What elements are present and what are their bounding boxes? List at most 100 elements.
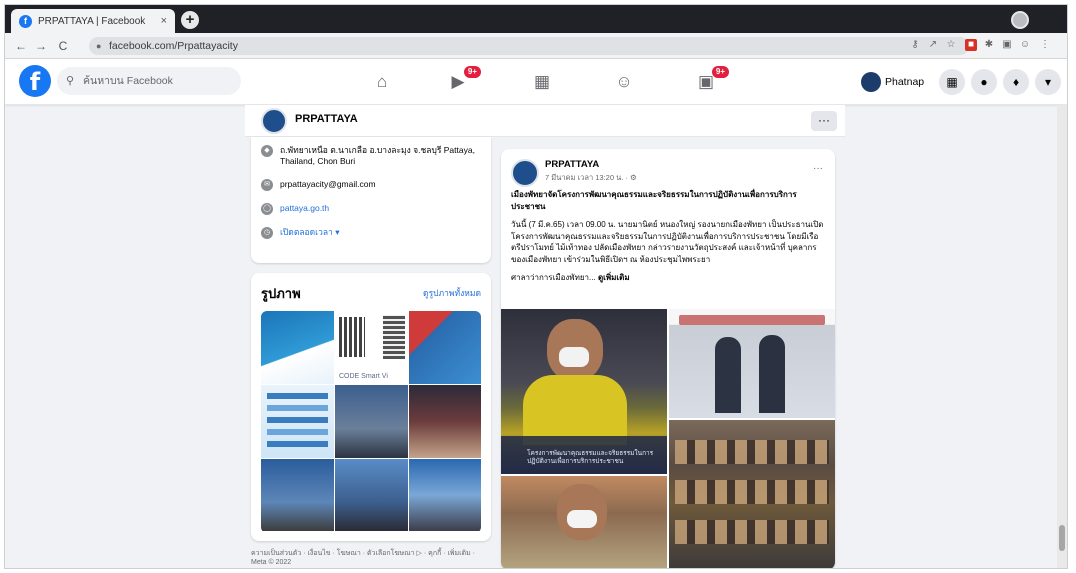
facebook-search-input[interactable]: ⚲ ค้นหาบน Facebook (57, 67, 241, 95)
post-body-text: วันนี้ (7 มี.ค.65) เวลา 09.00 น. นายมานิ… (511, 220, 824, 264)
facebook-header: f ⚲ ค้นหาบน Facebook ⌂ ▶ 9+ ▦ ☺ ▣ 9+ Phatn… (5, 59, 1067, 105)
post-options-button[interactable]: ··· (813, 163, 823, 174)
sidepanel-icon[interactable]: ▣ (1001, 39, 1013, 51)
page-more-button[interactable]: ··· (811, 111, 837, 131)
facebook-favicon-icon: f (19, 14, 32, 28)
post-photo[interactable] (669, 309, 835, 418)
gaming-icon[interactable]: ▣ 9+ (693, 66, 729, 95)
post-media: โครงการพัฒนาคุณธรรมและจริยธรรมในการปฏิบั… (501, 309, 835, 568)
post-location-line: ศาลาว่าการเมืองพัทยา... ดูเพิ่มเติม (511, 272, 825, 284)
url-bar[interactable]: ● facebook.com/Prpattayacity (89, 37, 969, 55)
qr-code-image (383, 315, 405, 359)
see-more-link[interactable]: ดูเพิ่มเติม (598, 273, 630, 282)
post-author-name[interactable]: PRPATTAYA (545, 159, 599, 170)
hours-row: ◷ เปิดตลอดเวลา ▾ (261, 227, 481, 239)
photo-thumbnail[interactable] (335, 459, 408, 531)
search-icon: ⚲ (66, 75, 75, 87)
new-tab-button[interactable]: + (181, 11, 199, 29)
post-photo[interactable] (669, 420, 835, 568)
post-body: วันนี้ (7 มี.ค.65) เวลา 09.00 น. นายมานิ… (511, 219, 825, 265)
person-shape (715, 337, 741, 413)
see-all-photos-link[interactable]: ดูรูปภาพทั้งหมด (423, 286, 481, 300)
account-menu-icon[interactable]: ▾ (1035, 69, 1061, 95)
intro-card: ◆ ถ.พัทยาเหนือ ต.นาเกลือ อ.บางละมุง จ.ชล… (251, 137, 491, 263)
qr-code-image (339, 317, 365, 357)
clock-icon: ◷ (261, 227, 273, 239)
photo-thumbnail[interactable] (409, 385, 481, 458)
post-location: ศาลาว่าการเมืองพัทยา... (511, 273, 596, 282)
footer-links[interactable]: ความเป็นส่วนตัว · เงื่อนไข · โฆษณา · ตัว… (251, 549, 491, 567)
globe-icon: ◯ (261, 203, 273, 215)
website-row: ◯ pattaya.go.th (261, 203, 481, 215)
account-icon[interactable]: ☺ (1019, 39, 1031, 51)
post-photo[interactable]: โครงการพัฒนาคุณธรรมและจริยธรรมในการปฏิบั… (501, 309, 667, 474)
website-link[interactable]: pattaya.go.th (280, 203, 329, 214)
post-author-avatar[interactable] (511, 159, 539, 187)
browser-profile-icon[interactable] (1011, 11, 1029, 29)
post-headline: เมืองพัทยาจัดโครงการพัฒนาคุณธรรมและจริยธ… (511, 190, 797, 211)
photo-thumbnail[interactable] (409, 311, 481, 384)
watch-icon[interactable]: ▶ 9+ (445, 66, 481, 95)
photo-thumbnail[interactable] (409, 459, 481, 531)
page-scrollbar[interactable] (1057, 105, 1067, 568)
extension-icon[interactable]: ■ (965, 39, 977, 51)
reload-button[interactable]: C (55, 38, 71, 54)
tab-title: PRPATTAYA | Facebook (38, 15, 146, 27)
marketplace-icon[interactable]: ▦ (529, 69, 555, 95)
photos-title: รูปภาพ (261, 286, 301, 301)
crowd-shape (675, 440, 829, 464)
photo-thumbnail[interactable] (261, 459, 334, 531)
lock-icon: ● (96, 41, 102, 51)
location-icon: ◆ (261, 145, 273, 157)
puzzle-icon[interactable]: ✱ (983, 39, 995, 51)
photo-thumbnail[interactable] (261, 311, 334, 384)
photo-thumbnail[interactable] (335, 385, 408, 458)
photo-caption: โครงการพัฒนาคุณธรรมและจริยธรรมในการปฏิบั… (527, 450, 654, 465)
watch-badge: 9+ (463, 66, 481, 78)
gaming-badge: 9+ (711, 66, 729, 78)
share-icon[interactable]: ↗ (927, 39, 939, 51)
post-text: เมืองพัทยาจัดโครงการพัฒนาคุณธรรมและจริยธ… (511, 189, 825, 291)
browser-menu-icon[interactable]: ⋮ (1039, 39, 1051, 51)
face-mask-shape (559, 347, 589, 367)
page-name[interactable]: PRPATTAYA (295, 113, 358, 125)
close-tab-icon[interactable]: × (161, 15, 167, 27)
address-bar-row: ← → C ● facebook.com/Prpattayacity ⚷ ↗ ☆… (5, 33, 1067, 59)
forward-button[interactable]: → (33, 38, 49, 54)
person-shape (759, 335, 785, 413)
banner-shape (679, 315, 825, 325)
home-icon[interactable]: ⌂ (369, 69, 395, 95)
user-name: Phatnap (885, 76, 925, 88)
browser-tab[interactable]: f PRPATTAYA | Facebook × (11, 9, 175, 33)
page-header-strip: PRPATTAYA ··· (245, 105, 845, 137)
post-photo[interactable] (501, 476, 667, 568)
photos-card: รูปภาพ ดูรูปภาพทั้งหมด CODE Smart Vi (251, 273, 491, 541)
page-avatar[interactable] (261, 108, 287, 134)
back-button[interactable]: ← (13, 38, 29, 54)
messenger-icon[interactable]: ● (971, 69, 997, 95)
url-text: facebook.com/Prpattayacity (109, 40, 238, 52)
email-text[interactable]: prpattayacity@gmail.com (280, 179, 376, 190)
email-icon: ✉ (261, 179, 273, 191)
notifications-icon[interactable]: ♦ (1003, 69, 1029, 95)
post-card: PRPATTAYA 7 มีนาคม เวลา 13:20 น. · ⚙ ···… (501, 149, 835, 568)
avatar (861, 72, 881, 92)
photo-grid: CODE Smart Vi (261, 311, 481, 533)
photo-thumbnail[interactable]: CODE Smart Vi (335, 311, 408, 384)
photo-thumbnail[interactable] (261, 385, 334, 458)
key-icon[interactable]: ⚷ (909, 39, 921, 51)
menu-grid-icon[interactable]: ▦ (939, 69, 965, 95)
post-timestamp[interactable]: 7 มีนาคม เวลา 13:20 น. · ⚙ (545, 172, 637, 184)
address-text: ถ.พัทยาเหนือ ต.นาเกลือ อ.บางละมุง จ.ชลบุ… (280, 145, 475, 166)
star-icon[interactable]: ☆ (945, 39, 957, 51)
crowd-shape (675, 480, 829, 504)
facebook-logo-icon[interactable]: f (19, 65, 51, 97)
address-row: ◆ ถ.พัทยาเหนือ ต.นาเกลือ อ.บางละมุง จ.ชล… (261, 145, 481, 167)
hours-dropdown[interactable]: เปิดตลอดเวลา ▾ (280, 227, 339, 238)
user-profile-chip[interactable]: Phatnap (861, 71, 924, 93)
browser-window: f PRPATTAYA | Facebook × + ← → C ● faceb… (4, 4, 1068, 569)
crowd-shape (675, 520, 829, 544)
groups-icon[interactable]: ☺ (611, 69, 637, 95)
scrollbar-thumb[interactable] (1059, 525, 1065, 551)
face-mask-shape (567, 510, 597, 528)
